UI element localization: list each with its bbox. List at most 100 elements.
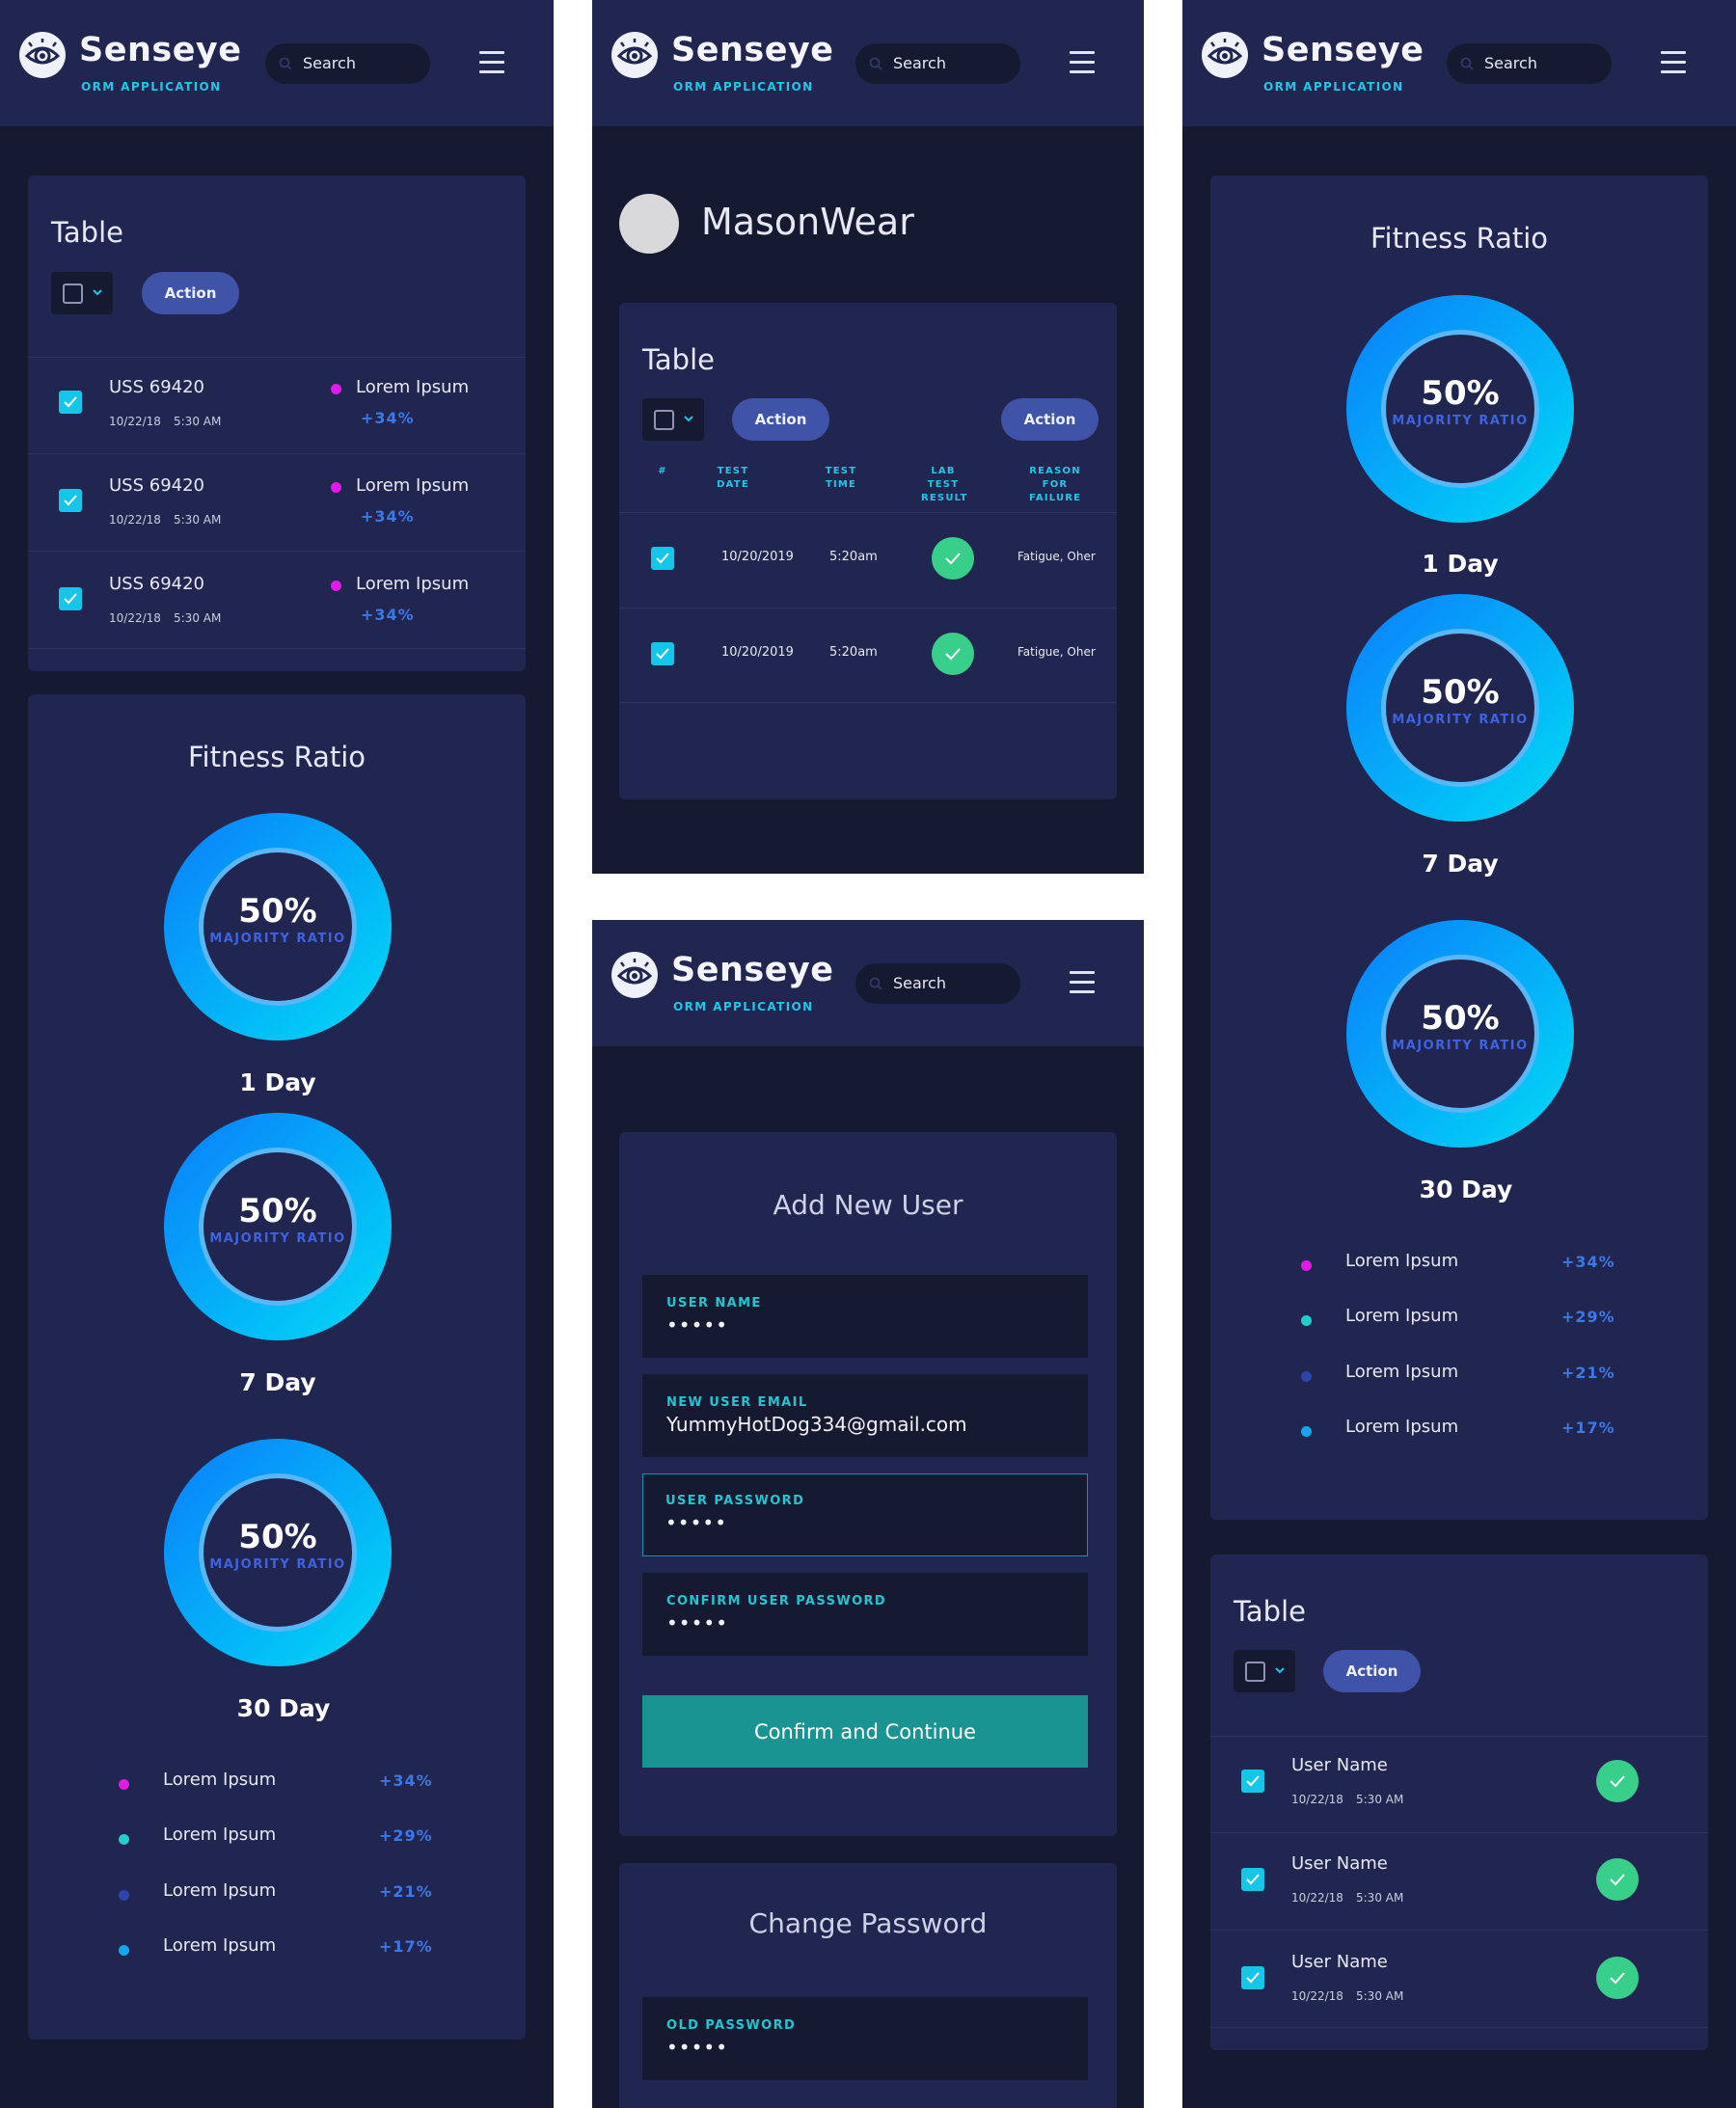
row-checkbox[interactable]: [651, 642, 674, 665]
checkmark-icon: [1610, 1874, 1625, 1886]
row-time: 5:30 AM: [174, 611, 222, 625]
ring-label: MAJORITY RATIO: [209, 932, 346, 946]
chevron-down-icon: [1275, 1667, 1285, 1674]
col-lab-result: LAB TEST RESULT: [921, 466, 968, 503]
hamburger-menu-icon[interactable]: [1661, 51, 1686, 74]
row-date: 10/22/18: [109, 611, 161, 625]
row-checkbox[interactable]: [1241, 1966, 1264, 1989]
status-dot: [331, 482, 341, 493]
legend-dot: [1301, 1315, 1312, 1326]
search-placeholder: Search: [893, 974, 946, 992]
select-all-dropdown[interactable]: [1234, 1650, 1295, 1692]
fitness-ratio-card: Fitness Ratio 50% MAJORITY RATIO 1 Day 5…: [1210, 176, 1708, 1520]
ring-period: 30 Day: [1419, 1176, 1513, 1203]
status-dot: [331, 581, 341, 591]
action-button-secondary[interactable]: Action: [1001, 398, 1099, 441]
select-all-checkbox[interactable]: [63, 284, 83, 304]
select-all-dropdown[interactable]: [642, 398, 704, 441]
row-user-name: User Name: [1291, 1853, 1388, 1874]
search-icon: [1460, 57, 1474, 70]
search-input[interactable]: Search: [265, 43, 430, 84]
ring-label: MAJORITY RATIO: [1392, 414, 1529, 428]
search-input[interactable]: Search: [1447, 43, 1612, 84]
select-all-checkbox[interactable]: [654, 410, 674, 430]
avatar: [619, 194, 679, 254]
checkmark-icon: [656, 648, 669, 660]
status-ok-badge: [1596, 1760, 1639, 1802]
field-value: •••••: [666, 1313, 728, 1337]
ring-value: 50%: [238, 1192, 317, 1230]
legend-dot: [119, 1779, 129, 1790]
hamburger-menu-icon[interactable]: [1070, 971, 1095, 994]
table-card: Table Action USS 69420 10/22/18 5:30 AM …: [28, 176, 526, 671]
checkmark-icon: [64, 396, 77, 408]
user-password-field[interactable]: USER PASSWORD •••••: [642, 1473, 1088, 1556]
legend-label: Lorem Ipsum: [163, 1935, 277, 1956]
status-dot: [331, 384, 341, 394]
row-time: 5:30 AM: [1356, 1989, 1404, 2003]
action-button[interactable]: Action: [1323, 1650, 1421, 1692]
hamburger-menu-icon[interactable]: [479, 51, 504, 74]
search-input[interactable]: Search: [855, 43, 1020, 84]
change-password-card: Change Password OLD PASSWORD •••••: [619, 1863, 1117, 2108]
select-all-dropdown[interactable]: [51, 272, 113, 314]
confirm-continue-button[interactable]: Confirm and Continue: [642, 1695, 1088, 1768]
user-table-card: Table Action User Name 10/22/18 5:30 AM …: [1210, 1554, 1708, 2050]
legend-change: +34%: [379, 1771, 433, 1790]
search-input[interactable]: Search: [855, 963, 1020, 1004]
ring-value: 50%: [1421, 999, 1500, 1038]
legend-dot: [1301, 1260, 1312, 1271]
legend-label: Lorem Ipsum: [163, 1770, 277, 1790]
checkmark-icon: [1610, 1972, 1625, 1985]
legend-dot: [119, 1834, 129, 1845]
row-checkbox[interactable]: [1241, 1868, 1264, 1891]
app-header: Senseye ORM APPLICATION Search: [1182, 0, 1736, 126]
row-date: 10/22/18: [109, 415, 161, 428]
legend-label: Lorem Ipsum: [1345, 1251, 1459, 1271]
row-date: 10/22/18: [1291, 1891, 1343, 1905]
cell-date: 10/20/2019: [721, 645, 794, 660]
ring-label: MAJORITY RATIO: [209, 1231, 346, 1246]
brand-name: Senseye: [1261, 31, 1424, 69]
row-checkbox[interactable]: [651, 547, 674, 570]
search-icon: [869, 57, 882, 70]
brand-subtitle: ORM APPLICATION: [673, 1000, 814, 1013]
eye-logo-icon: [19, 32, 66, 78]
fitness-ratio-card: Fitness Ratio 50% MAJORITY RATIO 1 Day 5…: [28, 694, 526, 2040]
ring-label: MAJORITY RATIO: [1392, 1039, 1529, 1053]
change-password-title: Change Password: [748, 1907, 988, 1939]
select-all-checkbox[interactable]: [1245, 1662, 1265, 1682]
action-button[interactable]: Action: [732, 398, 829, 441]
user-name-field[interactable]: USER NAME •••••: [642, 1275, 1088, 1358]
hamburger-menu-icon[interactable]: [1070, 51, 1095, 74]
confirm-password-field[interactable]: CONFIRM USER PASSWORD •••••: [642, 1573, 1088, 1656]
field-label: CONFIRM USER PASSWORD: [666, 1594, 887, 1608]
fitness-screen: Senseye ORM APPLICATION Search Fitness R…: [1182, 0, 1736, 2108]
legend-label: Lorem Ipsum: [163, 1880, 277, 1901]
field-label: USER NAME: [666, 1296, 762, 1311]
profile-name: MasonWear: [701, 201, 914, 243]
field-value: •••••: [665, 1511, 727, 1534]
row-checkbox[interactable]: [59, 391, 82, 414]
search-placeholder: Search: [893, 54, 946, 72]
row-time: 5:30 AM: [174, 415, 222, 428]
new-user-email-field[interactable]: NEW USER EMAIL YummyHotDog334@gmail.com: [642, 1374, 1088, 1457]
chevron-down-icon: [684, 416, 693, 422]
row-checkbox[interactable]: [59, 587, 82, 610]
table-title: Table: [642, 343, 715, 376]
field-label: USER PASSWORD: [665, 1494, 805, 1508]
row-checkbox[interactable]: [1241, 1770, 1264, 1793]
row-date: 10/22/18: [1291, 1989, 1343, 2003]
checkmark-icon: [1246, 1775, 1260, 1787]
cell-time: 5:20am: [829, 550, 878, 564]
col-test-time: TEST TIME: [825, 466, 857, 490]
row-checkbox[interactable]: [59, 489, 82, 512]
old-password-field[interactable]: OLD PASSWORD •••••: [642, 1997, 1088, 2080]
ring-period: 1 Day: [239, 1068, 316, 1096]
chevron-down-icon: [93, 289, 102, 296]
ring-label: MAJORITY RATIO: [209, 1557, 346, 1572]
row-time: 5:30 AM: [174, 513, 222, 527]
action-button[interactable]: Action: [142, 272, 239, 314]
app-header: Senseye ORM APPLICATION Search: [592, 0, 1144, 126]
checkmark-icon: [656, 553, 669, 564]
